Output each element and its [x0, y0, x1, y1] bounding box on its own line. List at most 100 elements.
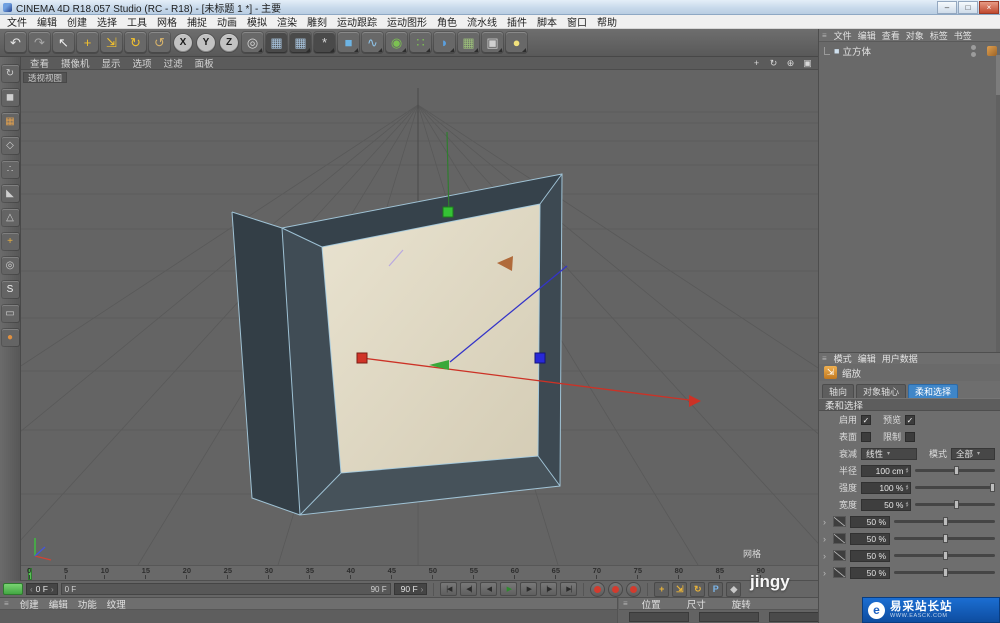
- next-key-button[interactable]: |▶: [540, 582, 558, 596]
- curve-value-field[interactable]: 50 %: [850, 515, 890, 528]
- size-field[interactable]: [699, 612, 759, 622]
- material-menu-item[interactable]: 创建: [15, 597, 44, 611]
- menu-item[interactable]: 创建: [62, 14, 92, 29]
- menu-item[interactable]: 捕捉: [182, 14, 212, 29]
- spinner-icon[interactable]: ▴ ▾: [905, 501, 908, 508]
- menu-item[interactable]: 角色: [432, 14, 462, 29]
- falloff-curve-row[interactable]: 50 %: [819, 530, 1000, 547]
- menu-item[interactable]: 选择: [92, 14, 122, 29]
- subdivision-surface-icon[interactable]: ◉: [386, 32, 407, 53]
- viewport-panel[interactable]: 查看 摄像机 显示 选项 过滤 面板 + ↻ ⊕ ▣ 透视视图 网格: [21, 57, 818, 565]
- render-settings-icon[interactable]: *: [314, 32, 335, 53]
- spinner-icon[interactable]: ▴ ▾: [905, 467, 908, 474]
- object-manager-menu-item[interactable]: 文件: [831, 29, 855, 42]
- z-axis-button[interactable]: Z: [220, 33, 238, 52]
- viewport-menu-item[interactable]: 过滤: [159, 57, 188, 70]
- width-field[interactable]: 50 % ▴ ▾: [861, 498, 911, 511]
- curve-value-field[interactable]: 50 %: [850, 549, 890, 562]
- object-row[interactable]: ■ 立方体: [819, 44, 1000, 58]
- spinner-icon[interactable]: ▴ ▾: [905, 484, 908, 491]
- object-manager-menu-item[interactable]: 查看: [879, 29, 903, 42]
- material-menu-item[interactable]: 编辑: [44, 597, 73, 611]
- render-view-icon[interactable]: ▦: [266, 32, 287, 53]
- model-mode-icon[interactable]: ◼: [1, 89, 19, 106]
- live-selection-icon[interactable]: ↖: [53, 32, 74, 53]
- make-editable-icon[interactable]: ↻: [1, 65, 19, 82]
- array-modifier-icon[interactable]: ∷: [410, 32, 431, 53]
- workplane-lock-icon[interactable]: ▭: [1, 305, 19, 322]
- goto-end-button[interactable]: ▶|: [560, 582, 578, 596]
- last-tool-icon[interactable]: ↺: [149, 32, 170, 53]
- next-frame-button[interactable]: ▶: [520, 582, 538, 596]
- panel-grip-icon[interactable]: ≡: [822, 31, 827, 40]
- viewport-canvas[interactable]: [21, 70, 818, 565]
- menu-item[interactable]: 窗口: [562, 14, 592, 29]
- object-manager-menu-item[interactable]: 书签: [951, 29, 975, 42]
- curve-value-slider[interactable]: [894, 534, 995, 543]
- edges-mode-icon[interactable]: ◣: [1, 185, 19, 202]
- radius-slider[interactable]: [915, 466, 995, 475]
- current-frame-field[interactable]: ‹ 0 F ›: [26, 583, 58, 595]
- scale-tool-icon[interactable]: ⇲: [101, 32, 122, 53]
- width-slider[interactable]: [915, 500, 995, 509]
- menu-item[interactable]: 雕刻: [302, 14, 332, 29]
- play-button[interactable]: ▶: [500, 582, 518, 596]
- attribute-tab[interactable]: 柔和选择: [908, 384, 959, 398]
- menu-item[interactable]: 插件: [502, 14, 532, 29]
- strength-slider[interactable]: [915, 483, 995, 492]
- sculpt-layer-icon[interactable]: ●: [1, 329, 19, 346]
- deformer-icon[interactable]: ◗: [434, 32, 455, 53]
- object-list-scrollbar[interactable]: [996, 55, 1000, 365]
- soft-selection-section-header[interactable]: 柔和选择: [819, 398, 1000, 412]
- orbit-view-icon[interactable]: ↻: [767, 57, 780, 69]
- light-icon[interactable]: ●: [506, 32, 527, 53]
- solo-mode-icon[interactable]: ◎: [1, 257, 19, 274]
- pan-view-icon[interactable]: +: [750, 57, 763, 69]
- undo-icon[interactable]: ↶: [5, 32, 26, 53]
- viewport-menu-item[interactable]: 选项: [128, 57, 157, 70]
- spline-pen-icon[interactable]: ∿: [362, 32, 383, 53]
- frame-range-slider[interactable]: 0 F 90 F: [60, 583, 391, 595]
- attribute-tab[interactable]: 轴向: [822, 384, 855, 398]
- panel-grip-icon[interactable]: ≡: [623, 599, 628, 608]
- preview-checkbox[interactable]: ✓: [905, 414, 915, 425]
- view-label[interactable]: 透视视图: [23, 72, 68, 83]
- material-list-area[interactable]: [0, 610, 617, 623]
- y-axis-handle[interactable]: [442, 206, 454, 218]
- curve-value-field[interactable]: 50 %: [850, 566, 890, 579]
- curve-value-slider[interactable]: [894, 517, 995, 526]
- falloff-dropdown[interactable]: 线性 ▾: [861, 447, 917, 460]
- enable-snap-icon[interactable]: S: [1, 281, 19, 298]
- timeline-ruler[interactable]: 0 5 10 15 20 25 30 35 40 45 50 55 60 65 70 75 80 85 90: [21, 565, 818, 581]
- current-frame-scrubber[interactable]: [3, 583, 23, 595]
- menu-item[interactable]: 动画: [212, 14, 242, 29]
- material-menu-item[interactable]: 纹理: [102, 597, 131, 611]
- texture-mode-icon[interactable]: ▦: [1, 113, 19, 130]
- menu-item[interactable]: 运动图形: [382, 14, 432, 29]
- record-position-toggle[interactable]: +: [654, 581, 670, 597]
- panel-grip-icon[interactable]: ≡: [822, 354, 827, 363]
- falloff-curve-row[interactable]: 50 %: [819, 547, 1000, 564]
- viewport-menu-item[interactable]: 摄像机: [56, 57, 95, 70]
- limit-checkbox[interactable]: [905, 431, 915, 442]
- record-pla-toggle[interactable]: ◆: [726, 581, 742, 597]
- enable-checkbox[interactable]: ✓: [861, 414, 871, 425]
- minimize-button[interactable]: –: [937, 0, 957, 14]
- menu-item[interactable]: 渲染: [272, 14, 302, 29]
- falloff-curve-row[interactable]: 50 %: [819, 513, 1000, 530]
- prev-frame-button[interactable]: ◀: [480, 582, 498, 596]
- attribute-tab[interactable]: 对象轴心: [856, 384, 907, 398]
- record-rotation-toggle[interactable]: ↻: [690, 581, 706, 597]
- object-manager-menu-item[interactable]: 编辑: [855, 29, 879, 42]
- visibility-toggle[interactable]: [971, 45, 976, 57]
- cube-primitive-icon[interactable]: ■: [338, 32, 359, 53]
- zoom-view-icon[interactable]: ⊕: [784, 57, 797, 69]
- maximize-button[interactable]: □: [958, 0, 978, 14]
- polygons-mode-icon[interactable]: △: [1, 209, 19, 226]
- redo-icon[interactable]: ↷: [29, 32, 50, 53]
- menu-item[interactable]: 文件: [2, 14, 32, 29]
- record-keyframe-button[interactable]: [590, 581, 606, 597]
- camera-icon[interactable]: ▣: [482, 32, 503, 53]
- enable-axis-icon[interactable]: +: [1, 233, 19, 250]
- frame-decrement-icon[interactable]: ‹: [30, 585, 33, 594]
